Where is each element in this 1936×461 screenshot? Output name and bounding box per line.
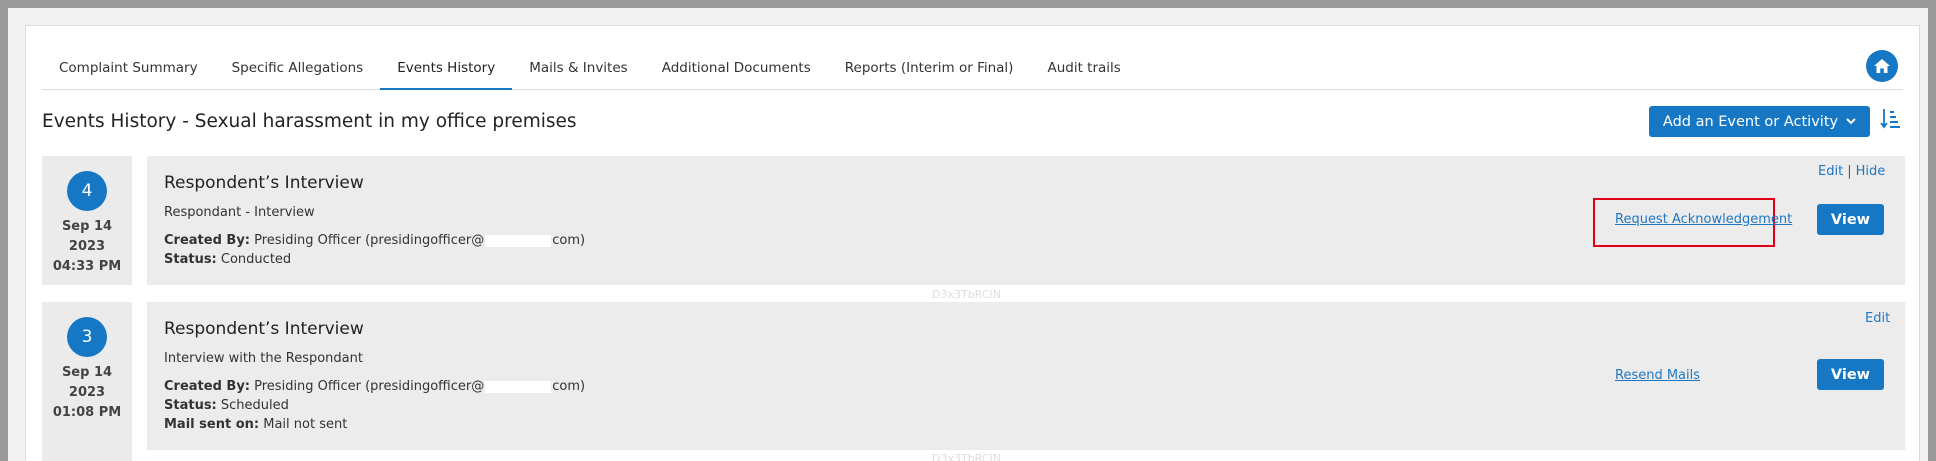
tab-additional-documents[interactable]: Additional Documents [645,52,828,88]
event-date: Sep 14 [61,219,113,234]
mail-sent-value: Mail not sent [263,417,348,432]
event-status: Status: Conducted [164,252,291,267]
status-label: Status: [164,252,217,267]
masked-email [485,234,552,247]
status-value: Scheduled [220,398,289,413]
status-label: Status: [164,398,217,413]
home-icon [1874,59,1890,73]
event-edit: Edit [1865,311,1890,326]
created-by-label: Created By: [164,379,250,394]
event-title: Respondent’s Interview [164,319,364,339]
content-panel: Complaint Summary Specific Allegations E… [25,25,1920,461]
request-acknowledgement-link[interactable]: Request Acknowledgement [1615,212,1792,227]
event-year: 2023 [68,385,106,400]
created-by-suffix: com) [552,233,586,248]
event-created-by: Created By: Presiding Officer (presiding… [164,233,585,248]
hide-link[interactable]: Hide [1856,164,1886,179]
event-number-badge: 3 [67,317,107,357]
event-time: 04:33 PM [52,259,122,274]
created-by-label: Created By: [164,233,250,248]
tab-specific-allegations[interactable]: Specific Allegations [215,52,381,88]
tab-complaint-summary[interactable]: Complaint Summary [42,52,215,88]
event-date-box: 4 Sep 14 2023 04:33 PM [42,156,132,285]
event-edit-hide: Edit | Hide [1818,164,1885,179]
event-time: 01:08 PM [52,405,122,420]
event-created-by: Created By: Presiding Officer (presiding… [164,379,585,394]
tab-audit-trails[interactable]: Audit trails [1030,52,1137,88]
event-year: 2023 [68,239,106,254]
link-separator: | [1847,164,1852,179]
sort-icon[interactable] [1880,108,1900,130]
event-subtitle: Interview with the Respondant [164,351,363,366]
watermark: D3x3TbRCIN [932,288,1001,301]
edit-link[interactable]: Edit [1818,164,1843,179]
resend-mails-link[interactable]: Resend Mails [1615,368,1700,383]
event-card: Respondent’s Interview Respondant - Inte… [147,156,1905,285]
page-title: Events History - Sexual harassment in my… [42,111,577,132]
event-mail-sent: Mail sent on: Mail not sent [164,417,347,432]
mail-sent-label: Mail sent on: [164,417,260,432]
tab-events-history[interactable]: Events History [380,52,513,90]
event-date: Sep 14 [61,365,113,380]
event-number-badge: 4 [67,171,107,211]
view-button[interactable]: View [1817,359,1884,390]
edit-link[interactable]: Edit [1865,311,1890,326]
tab-reports[interactable]: Reports (Interim or Final) [828,52,1031,88]
event-status: Status: Scheduled [164,398,289,413]
event-date-box: 3 Sep 14 2023 01:08 PM [42,302,132,461]
tab-bar: Complaint Summary Specific Allegations E… [42,52,1903,90]
created-by-prefix: Presiding Officer (presidingofficer@ [254,379,485,394]
masked-email [485,380,552,393]
event-subtitle: Respondant - Interview [164,205,315,220]
chevron-down-icon [1846,118,1856,125]
add-event-label: Add an Event or Activity [1662,113,1839,130]
home-button[interactable] [1866,50,1898,82]
view-button[interactable]: View [1817,204,1884,235]
add-event-button[interactable]: Add an Event or Activity [1649,106,1870,137]
app-frame: Complaint Summary Specific Allegations E… [8,8,1928,461]
event-title: Respondent’s Interview [164,173,364,193]
created-by-suffix: com) [552,379,586,394]
status-value: Conducted [220,252,292,267]
tab-mails-invites[interactable]: Mails & Invites [512,52,644,88]
event-card: Respondent’s Interview Interview with th… [147,302,1905,450]
watermark: D3x3TbRCIN [932,452,1001,461]
created-by-prefix: Presiding Officer (presidingofficer@ [254,233,485,248]
